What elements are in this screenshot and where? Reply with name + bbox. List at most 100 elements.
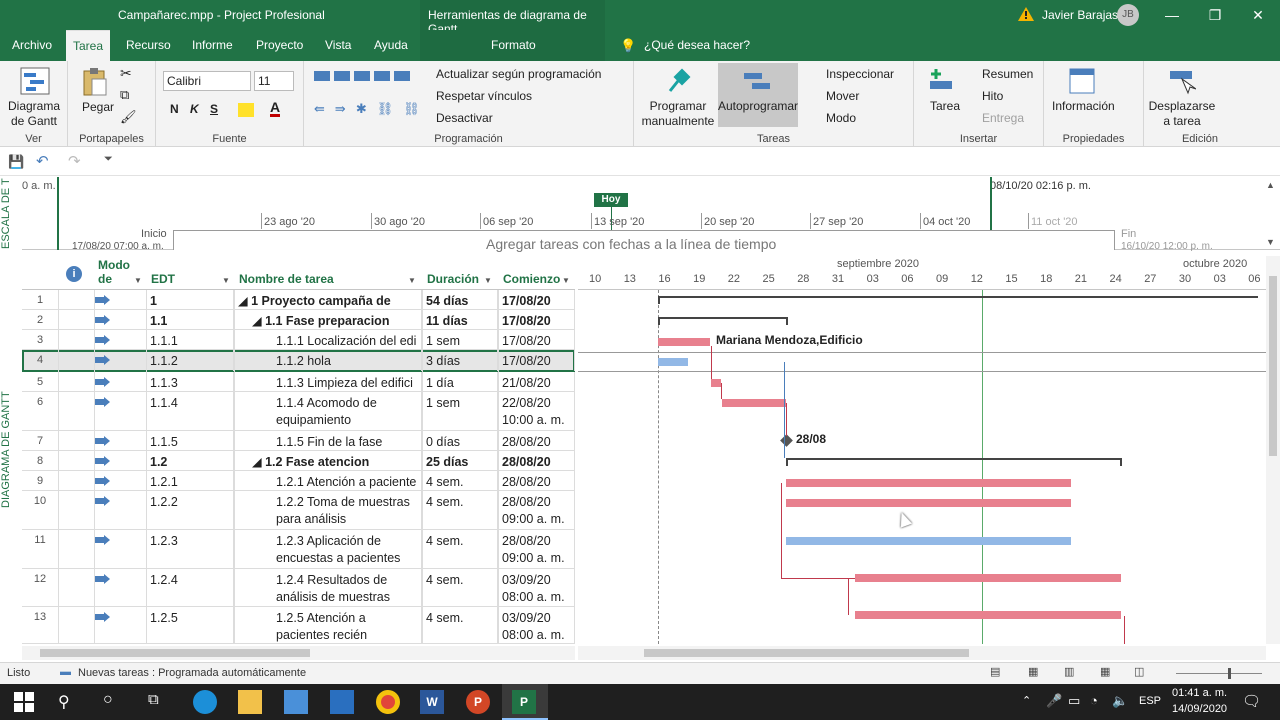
table-row[interactable]: 13 1.2.5 1.2.5 Atención a pacientes recién… [22, 607, 575, 644]
table-row[interactable]: 7 1.1.5 1.1.5 Fin de la fase 0 días 28/08/20… [22, 431, 575, 451]
duration-cell[interactable]: 3 días [422, 350, 498, 371]
start-cell[interactable]: 28/08/20 09:00 a. m. [498, 491, 575, 529]
edt-cell[interactable]: 1.2.5 [146, 607, 234, 643]
task-bar[interactable] [855, 574, 1121, 582]
gantt-view-button[interactable]: Diagrama de Gantt [6, 99, 62, 129]
insert-task-button[interactable]: Tarea [930, 99, 960, 113]
bold-button[interactable]: N [170, 102, 179, 116]
project-icon[interactable]: P [512, 690, 536, 714]
notifications-icon[interactable]: 🗨 [1242, 692, 1261, 710]
cut-icon[interactable]: ✂ [120, 65, 132, 82]
report-icon[interactable]: ◫ [1134, 665, 1144, 678]
tab-proyecto[interactable]: Proyecto [254, 30, 305, 61]
information-button[interactable]: Información [1052, 99, 1115, 113]
tab-informe[interactable]: Informe [190, 30, 235, 61]
task-name-cell[interactable]: 1.1.4 Acomodo de equipamiento [234, 392, 422, 430]
duration-cell[interactable]: 4 sem. [422, 607, 498, 643]
task-bar[interactable] [658, 338, 710, 346]
info-column-icon[interactable]: i [66, 266, 82, 282]
table-row[interactable]: 11 1.2.3 1.2.3 Aplicación de encuestas a p… [22, 530, 575, 569]
respect-links-button[interactable]: Respetar vínculos [436, 89, 532, 103]
summary-bar[interactable] [658, 296, 1258, 298]
start-cell[interactable]: 28/08/20 09:00 a. m. [498, 530, 575, 568]
summary-bar[interactable] [658, 317, 788, 319]
italic-button[interactable]: K [190, 102, 199, 116]
resource-sheet-icon[interactable]: ▦ [1100, 665, 1110, 678]
start-cell[interactable]: 03/09/20 08:00 a. m. [498, 569, 575, 606]
summary-bar-start[interactable] [658, 317, 660, 325]
summary-bar-start[interactable] [786, 458, 788, 466]
table-hscroll[interactable] [22, 646, 575, 660]
search-icon[interactable]: ⚲ [58, 692, 70, 712]
powerpoint-icon[interactable]: P [466, 690, 490, 714]
save-icon[interactable]: 💾 [8, 154, 24, 170]
edt-cell[interactable]: 1.1.3 [146, 372, 234, 391]
start-cell[interactable]: 28/08/20 09: [498, 451, 575, 470]
zoom-slider[interactable] [1176, 673, 1262, 674]
start-cell[interactable]: 28/08/20 09: [498, 471, 575, 490]
table-row[interactable]: 3 1.1.1 1.1.1 Localización del edi 1 sem 17/… [22, 330, 575, 350]
start-cell[interactable]: 21/08/20 11: [498, 372, 575, 391]
table-row[interactable]: 2 1.1 ◢ 1.1 Fase preparacion 11 días 17/08/2… [22, 310, 575, 330]
new-tasks-status[interactable]: Nuevas tareas : Programada automáticamen… [78, 667, 306, 679]
table-row[interactable]: 10 1.2.2 1.2.2 Toma de muestras para análi… [22, 491, 575, 530]
deliverable-button[interactable]: Entrega [982, 111, 1024, 125]
scroll-to-task-button[interactable]: Desplazarse a tarea [1148, 99, 1216, 129]
word-icon[interactable]: W [420, 690, 444, 714]
task-name-cell[interactable]: 1.1.1 Localización del edi [234, 330, 422, 349]
copy-icon[interactable]: ⧉ [120, 87, 129, 103]
gantt-hscroll[interactable] [578, 646, 1266, 660]
update-schedule-button[interactable]: Actualizar según programación [436, 67, 601, 81]
duration-cell[interactable]: 25 días [422, 451, 498, 470]
minimize-icon[interactable]: — [1150, 0, 1194, 30]
edt-cell[interactable]: 1.2.2 [146, 491, 234, 529]
tab-ayuda[interactable]: Ayuda [372, 30, 410, 61]
tab-archivo[interactable]: Archivo [10, 30, 54, 61]
task-name-cell[interactable]: 1.2.1 Atención a paciente [234, 471, 422, 490]
volume-icon[interactable]: 🔈 [1112, 693, 1128, 709]
table-row[interactable]: 11◢ 1 Proyecto campaña de salud54 días17… [22, 290, 575, 310]
gantt-vscroll[interactable] [1266, 256, 1280, 644]
tab-vista[interactable]: Vista [323, 30, 353, 61]
undo-icon[interactable]: ↶ [36, 152, 49, 170]
auto-schedule-button[interactable]: Autoprogramar [718, 99, 798, 113]
summary-bar-end[interactable] [1120, 458, 1122, 466]
store-icon[interactable] [284, 690, 308, 714]
task-name-cell[interactable]: 1.2.3 Aplicación de encuestas a paciente… [234, 530, 422, 568]
task-view-icon[interactable]: ⧉ [148, 691, 159, 708]
manual-schedule-button[interactable]: Programar manualmente [638, 99, 718, 129]
task-name-cell[interactable]: ◢ 1.2 Fase atencion [234, 451, 422, 470]
chrome-icon[interactable] [376, 690, 400, 714]
paste-button[interactable]: Pegar [82, 100, 114, 114]
column-name[interactable]: Nombre de tarea [239, 272, 334, 286]
task-bar[interactable] [786, 537, 1071, 545]
mail-icon[interactable] [330, 690, 354, 714]
battery-icon[interactable]: ▭ [1068, 693, 1080, 709]
start-cell[interactable]: 17/08/20 07: [498, 350, 575, 371]
task-bar[interactable] [722, 399, 786, 407]
microphone-icon[interactable]: 🎤 [1046, 693, 1062, 709]
tab-formato[interactable]: Formato [489, 30, 538, 61]
user-name[interactable]: Javier Barajas [1042, 8, 1118, 22]
percent-complete-icons[interactable] [314, 71, 424, 83]
chevron-up-icon[interactable]: ⌃ [1022, 694, 1031, 707]
deactivate-button[interactable]: Desactivar [436, 111, 493, 125]
milestone-button[interactable]: Hito [982, 89, 1003, 103]
duration-cell[interactable]: 11 días [422, 310, 498, 329]
edt-cell[interactable]: 1.1.5 [146, 431, 234, 450]
edge-icon[interactable] [193, 690, 217, 714]
close-icon[interactable]: ✕ [1236, 0, 1280, 30]
tab-tarea[interactable]: Tarea [66, 30, 110, 61]
duration-cell[interactable]: 1 sem [422, 392, 498, 430]
start-cell[interactable]: 17/08/20 07: [498, 290, 575, 309]
edt-cell[interactable]: 1.2.4 [146, 569, 234, 606]
start-cell[interactable]: 22/08/20 10:00 a. m. [498, 392, 575, 430]
duration-cell[interactable]: 1 sem [422, 330, 498, 349]
table-row[interactable]: 12 1.2.4 1.2.4 Resultados de análisis de m… [22, 569, 575, 607]
task-name-cell[interactable]: ◢ 1 Proyecto campaña de salud [234, 290, 422, 309]
task-name-cell[interactable]: 1.1.2 hola [234, 350, 422, 371]
edt-cell[interactable]: 1.2.3 [146, 530, 234, 568]
task-name-cell[interactable]: 1.2.4 Resultados de análisis de muestras [234, 569, 422, 606]
inspect-button[interactable]: Inspeccionar [826, 67, 894, 81]
mode-button[interactable]: Modo [826, 111, 856, 125]
